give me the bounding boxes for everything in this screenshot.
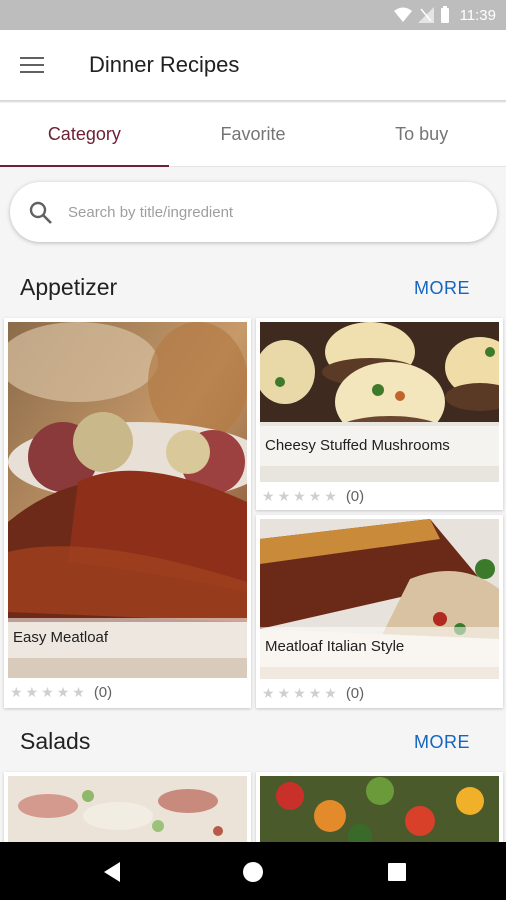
app-bar: Dinner Recipes (0, 30, 506, 100)
star-icon: ★ (56, 684, 70, 700)
search-input[interactable] (68, 194, 478, 230)
star-icon: ★ (308, 488, 322, 504)
section-title: Salads (20, 728, 91, 754)
battery-icon (440, 6, 449, 23)
rating-count: (0) (345, 487, 365, 505)
signal-icon (417, 7, 434, 23)
star-icon: ★ (293, 488, 306, 504)
tab-category[interactable]: Category (0, 103, 169, 167)
page-title: Dinner Recipes (89, 52, 240, 77)
recipe-title-bar: Cheesy Stuffed Mushrooms (260, 426, 499, 466)
star-icon: ★ (262, 685, 275, 701)
section-header-appetizer: Appetizer MORE (0, 268, 506, 308)
section-header-salads: Salads MORE (0, 722, 506, 762)
recipe-title: Meatloaf Italian Style (265, 638, 405, 655)
recipe-title-bar: Easy Meatloaf (8, 618, 247, 658)
recents-icon[interactable] (385, 860, 409, 884)
recipe-title: Cheesy Stuffed Mushrooms (265, 437, 450, 454)
back-icon[interactable] (100, 860, 124, 884)
tab-favorite[interactable]: Favorite (169, 103, 338, 166)
star-icon: ★ (72, 684, 85, 700)
recipe-card-cheesy-stuffed-mushrooms[interactable]: Cheesy Stuffed Mushrooms ★ ★ ★ ★ ★ (0) (256, 318, 503, 510)
recipe-title-bar: Meatloaf Italian Style (260, 627, 499, 667)
hamburger-menu-icon[interactable] (20, 52, 50, 78)
recipe-rating: ★ ★ ★ ★ ★ (0) (10, 680, 112, 704)
recipe-card-easy-meatloaf[interactable]: Easy Meatloaf ★ ★ ★ ★ ★ (0) (4, 318, 251, 708)
status-time: 11:39 (459, 6, 496, 24)
more-button[interactable]: MORE (414, 278, 470, 299)
search-bar[interactable] (10, 182, 497, 242)
section-title: Appetizer (20, 274, 118, 300)
recipe-image (8, 776, 247, 852)
star-icon: ★ (25, 684, 39, 700)
rating-count: (0) (93, 683, 113, 701)
tab-bar: Category Favorite To buy (0, 103, 506, 167)
search-icon (29, 201, 52, 224)
home-icon[interactable] (241, 860, 265, 884)
more-button[interactable]: MORE (414, 732, 470, 753)
status-bar: 11:39 (0, 0, 506, 30)
status-icons: 11:39 (393, 5, 496, 25)
star-icon: ★ (41, 684, 54, 700)
recipe-image (260, 776, 499, 852)
recipe-card[interactable] (4, 772, 251, 852)
recipe-card-meatloaf-italian-style[interactable]: Meatloaf Italian Style ★ ★ ★ ★ ★ (0) (256, 515, 503, 708)
wifi-icon (393, 7, 412, 22)
recipe-card[interactable] (256, 772, 503, 852)
star-icon: ★ (10, 684, 23, 700)
star-icon: ★ (277, 685, 291, 701)
system-navigation-bar (0, 842, 506, 900)
star-icon: ★ (308, 685, 322, 701)
tab-to-buy[interactable]: To buy (337, 103, 506, 166)
recipe-rating: ★ ★ ★ ★ ★ (0) (262, 484, 364, 508)
star-icon: ★ (324, 685, 337, 701)
star-icon: ★ (262, 488, 275, 504)
star-icon: ★ (277, 488, 291, 504)
star-icon: ★ (293, 685, 306, 701)
star-icon: ★ (324, 488, 337, 504)
recipe-title: Easy Meatloaf (13, 629, 109, 646)
rating-count: (0) (345, 684, 365, 702)
recipe-rating: ★ ★ ★ ★ ★ (0) (262, 681, 364, 705)
